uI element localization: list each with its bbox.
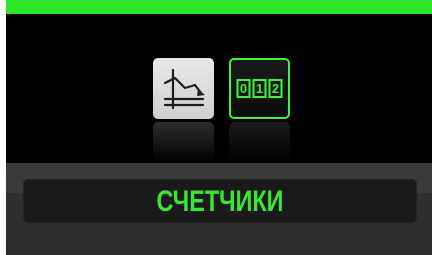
counter-tile[interactable]: 0 1 2: [229, 58, 290, 119]
graph-tile[interactable]: [153, 58, 214, 119]
icon-row: 0 1 2: [6, 58, 432, 163]
status-line: [6, 0, 432, 14]
counter-digit: 1: [256, 81, 263, 96]
mode-label: СЧЕТЧИКИ: [156, 185, 284, 218]
counter-icon: 0 1 2: [236, 79, 283, 98]
bottom-panel: СЧЕТЧИКИ: [6, 163, 432, 255]
graph-icon: [163, 68, 205, 110]
screen: 0 1 2 СЧЕТЧИКИ: [6, 0, 432, 255]
graph-tile-reflection: [153, 122, 214, 162]
counter-digit: 0: [240, 81, 247, 96]
mode-label-bar: СЧЕТЧИКИ: [23, 179, 417, 223]
counter-tile-reflection: [229, 122, 290, 162]
counter-digit: 2: [272, 81, 279, 96]
device: 0 1 2 СЧЕТЧИКИ: [0, 0, 432, 255]
